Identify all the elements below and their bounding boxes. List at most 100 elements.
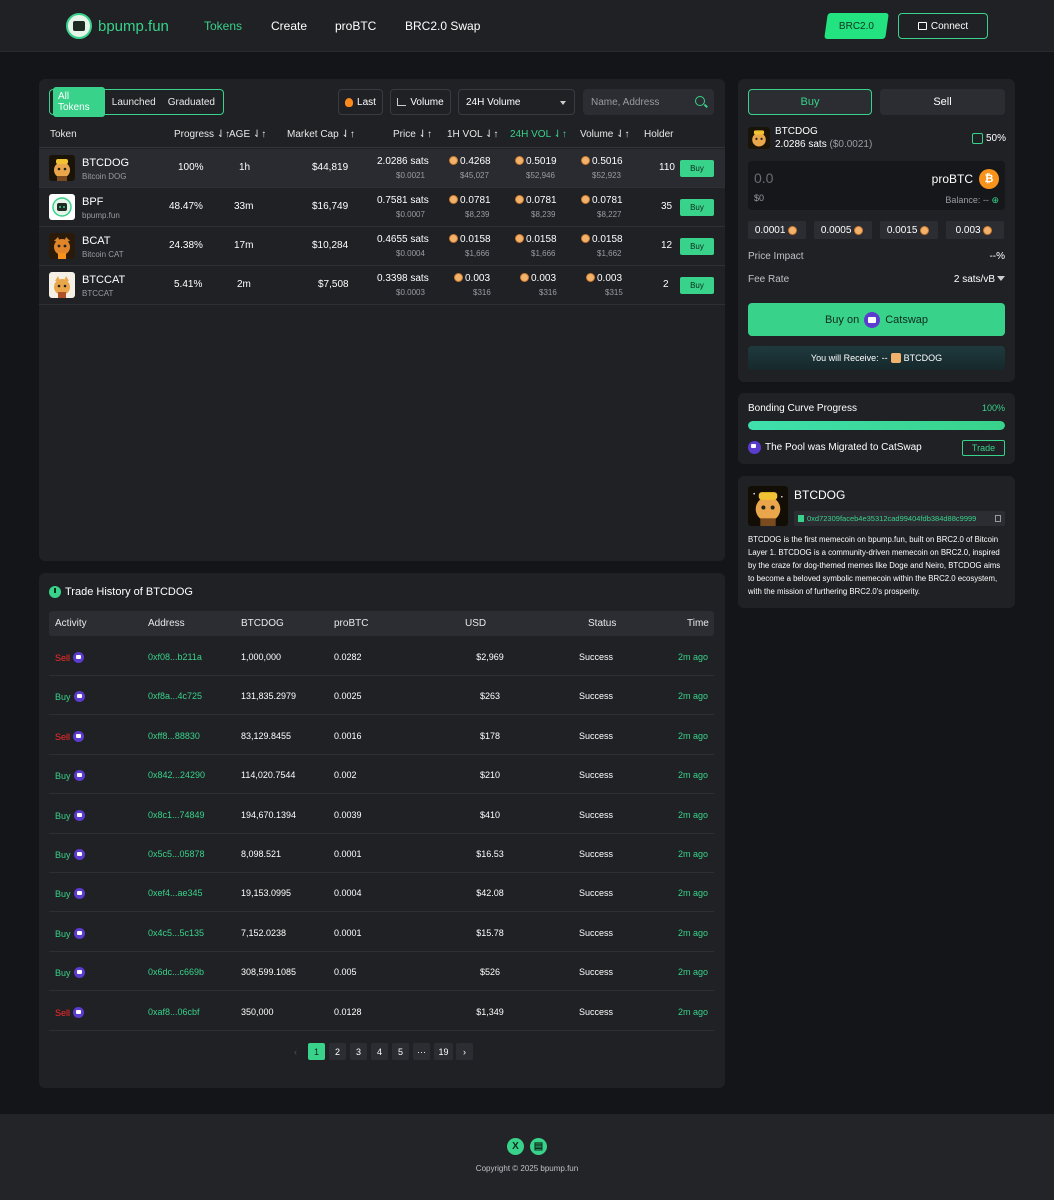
col-price[interactable]: Price ⇃↑ [393,129,432,140]
trader-address[interactable]: 0x4c5...5c135 [148,928,204,938]
quick-amount-button[interactable]: 0.0005 [814,221,872,239]
token-amount: 114,020.7544 [241,770,296,781]
catswap-icon [748,441,761,454]
amount-input-box: 0.0 $0 proBTC ₿ Balance: -- ⊕ [748,161,1005,210]
page-button[interactable]: 3 [350,1043,367,1060]
token-buy-button[interactable]: Buy [680,277,714,294]
sort-volume-button[interactable]: Volume [390,89,451,115]
token-row[interactable]: BPF bpump.fun 48.47% 33m $16,749 0.7581 … [39,188,725,227]
token-price-usd: $0.0021 [396,171,425,180]
tx-time[interactable]: 2m ago [678,810,708,820]
filter-all-tokens[interactable]: All Tokens [53,87,105,117]
trade-link-button[interactable]: Trade [962,440,1005,456]
tx-time[interactable]: 2m ago [678,928,708,938]
token-1h-vol: 0.0158 [449,234,491,245]
token-market-cap: $10,284 [312,240,349,251]
search-input[interactable] [591,96,691,108]
col-age[interactable]: AGE ⇃↑ [229,129,266,140]
tx-time[interactable]: 2m ago [678,652,708,662]
token-row[interactable]: BCAT Bitcoin CAT 24.38% 17m $10,284 0.46… [39,227,725,266]
pay-token-label: proBTC [931,172,973,186]
add-funds-icon[interactable]: ⊕ [991,195,999,205]
col-market-cap[interactable]: Market Cap ⇃↑ [287,129,355,140]
token-row[interactable]: BTCCAT BTCCAT 5.41% 2m $7,508 0.3398 sat… [39,266,725,305]
tx-time[interactable]: 2m ago [678,967,708,977]
trader-address[interactable]: 0x842...24290 [148,770,205,780]
volume-period-value: 24H Volume [466,96,521,108]
connect-wallet-button[interactable]: Connect [898,13,988,39]
activity-type: Buy [55,849,85,860]
trader-address[interactable]: 0xef4...ae345 [148,888,203,898]
token-row[interactable]: BTCDOG Bitcoin DOG 100% 1h $44,819 2.028… [39,149,725,188]
trader-address[interactable]: 0xf08...b211a [148,652,202,662]
history-row: Buy 0x842...24290 114,020.7544 0.002 $210 Suc… [49,755,714,795]
nav-brc20-swap[interactable]: BRC2.0 Swap [405,19,480,33]
tx-time[interactable]: 2m ago [678,1007,708,1017]
col-1h-vol[interactable]: 1H VOL ⇃↑ [447,129,498,140]
tx-time[interactable]: 2m ago [678,888,708,898]
chart-icon [397,98,407,106]
col-holders[interactable]: Holder [644,129,673,140]
token-price: 2.0286 sats [377,156,429,167]
token-price: 0.4655 sats [377,234,429,245]
trader-address[interactable]: 0xff8...88830 [148,731,200,741]
col-progress[interactable]: Progress ⇃↑ [174,129,230,140]
docs-icon[interactable]: ▤ [530,1138,547,1155]
slippage-icon [972,133,983,144]
tx-time[interactable]: 2m ago [678,849,708,859]
tx-time[interactable]: 2m ago [678,691,708,701]
prev-page-button[interactable]: ‹ [287,1043,304,1060]
trader-address[interactable]: 0x6dc...c669b [148,967,204,977]
volume-period-select[interactable]: 24H Volume [458,89,575,115]
tab-buy[interactable]: Buy [748,89,872,115]
token-price-usd: $0.0007 [396,210,425,219]
page-button[interactable]: 4 [371,1043,388,1060]
token-buy-button[interactable]: Buy [680,199,714,216]
filter-launched[interactable]: Launched [107,93,161,112]
page-button[interactable]: 2 [329,1043,346,1060]
nav-tokens[interactable]: Tokens [204,19,242,33]
col-activity: Activity [55,618,87,629]
filter-graduated[interactable]: Graduated [163,93,220,112]
col-24h-vol[interactable]: 24H VOL ⇃↑ [510,129,567,140]
nav-probtc[interactable]: proBTC [335,19,376,33]
tx-status: Success [579,730,614,741]
token-buy-button[interactable]: Buy [680,160,714,177]
pay-token-selector[interactable]: proBTC ₿ [932,169,999,189]
col-volume[interactable]: Volume ⇃↑ [580,129,630,140]
tx-time[interactable]: 2m ago [678,770,708,780]
tab-sell[interactable]: Sell [880,89,1005,115]
page-button[interactable]: 19 [434,1043,453,1060]
buy-on-catswap-button[interactable]: Buy on Catswap [748,303,1005,336]
contract-address[interactable]: 0xd72309faceb4e35312cad99404fdb384d88c99… [794,511,1005,526]
probtc-coin-icon [983,225,993,235]
amount-input[interactable]: 0.0 [754,170,773,186]
catswap-icon [73,730,85,742]
brand-logo[interactable]: bpump.fun [66,13,169,39]
trader-address[interactable]: 0xaf8...06cbf [148,1007,200,1017]
col-token[interactable]: Token [50,129,77,140]
next-page-button[interactable]: › [456,1043,473,1060]
trader-address[interactable]: 0x8c1...74849 [148,810,205,820]
quick-amount-button[interactable]: 0.003 [946,221,1004,239]
slippage-setting[interactable]: 50% [972,133,1006,144]
contract-address-text: 0xd72309faceb4e35312cad99404fdb384d88c99… [807,514,977,523]
page-button[interactable]: 1 [308,1043,325,1060]
trader-address[interactable]: 0xf8a...4c725 [148,691,202,701]
quick-amount-button[interactable]: 0.0001 [748,221,806,239]
page-button[interactable]: 5 [392,1043,409,1060]
trader-address[interactable]: 0x5c5...05878 [148,849,205,859]
nav-create[interactable]: Create [271,19,307,33]
copy-icon[interactable] [995,515,1001,522]
quick-amount-button[interactable]: 0.0015 [880,221,938,239]
probtc-coin-icon [449,156,458,165]
search-icon[interactable] [695,96,705,106]
network-badge-button[interactable]: BRC2.0 [824,13,889,39]
fee-rate-select[interactable]: 2 sats/vB [954,274,1005,285]
token-name: BTCCAT [82,274,126,286]
token-buy-button[interactable]: Buy [680,238,714,255]
x-icon[interactable]: X [507,1138,524,1155]
usd-amount: $42.08 [476,888,504,899]
tx-time[interactable]: 2m ago [678,731,708,741]
sort-last-button[interactable]: Last [338,89,383,115]
